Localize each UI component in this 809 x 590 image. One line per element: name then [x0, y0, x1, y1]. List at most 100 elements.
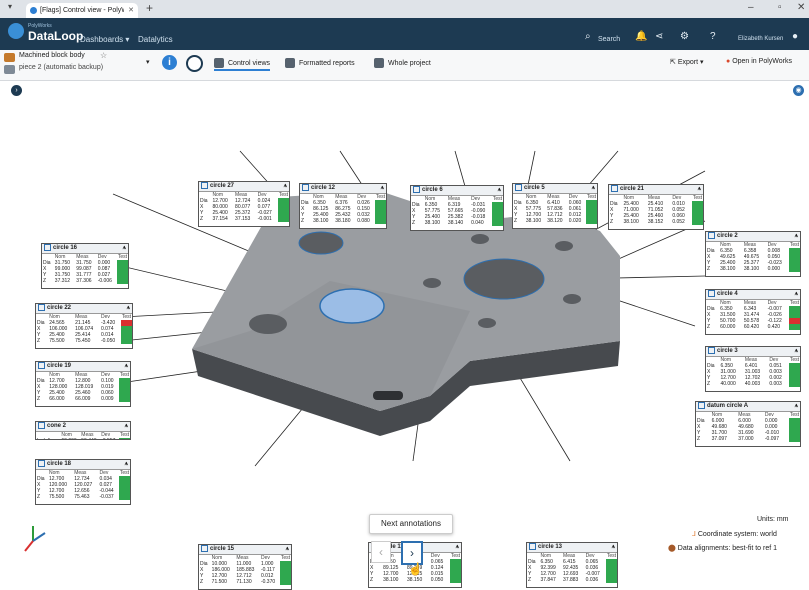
hole-circle-6[interactable]	[471, 234, 489, 244]
collapse-icon[interactable]: ⩚	[127, 304, 130, 313]
hole-circle-27[interactable]	[298, 231, 344, 255]
hole-circle-2[interactable]	[555, 241, 573, 251]
control-view-canvas[interactable]: › ◉ circle 27 ⩚ Nom Meas Dev Test Dia 12…	[0, 81, 809, 590]
collapse-icon[interactable]: ⩚	[795, 232, 798, 241]
column-header: Test	[121, 314, 131, 320]
collapse-icon[interactable]: ⩚	[125, 460, 128, 469]
app-header: PolyWorks DataLoop Dashboards ▾ Datalyti…	[0, 18, 809, 50]
feature-icon	[698, 402, 705, 409]
open-in-polyworks-button[interactable]: ● Open in PolyWorks	[726, 58, 792, 65]
search-label[interactable]: Search	[598, 36, 620, 43]
tab-control-views-label: Control views	[228, 59, 271, 67]
collapse-icon[interactable]: ⩚	[592, 184, 595, 193]
hole-circle-21[interactable]	[463, 258, 545, 300]
collapse-icon[interactable]: ⩚	[381, 184, 384, 193]
annotation-card-header: circle 2 ⩚	[706, 232, 800, 242]
table-cell: 38.100	[623, 219, 639, 225]
collapse-icon[interactable]: ⩚	[456, 543, 459, 552]
annotation-card[interactable]: circle 16 ⩚ Nom Meas Dev Test Dia 31.750 31.750 0…	[41, 243, 129, 289]
annotation-card-header: circle 6 ⩚	[411, 186, 503, 196]
column-header: Test	[119, 470, 129, 476]
annotation-card[interactable]: circle 12 ⩚ Nom Meas Dev Test Dia 6.350 6.376 0.0…	[299, 183, 387, 229]
table-cell: Z	[37, 338, 41, 344]
table-cell: 75.500	[48, 494, 65, 500]
table-row: Z 37.312 37.306 -0.006	[42, 278, 128, 284]
tab-whole-project-label: Whole project	[388, 59, 431, 67]
brand-title[interactable]: DataLoop	[28, 29, 83, 43]
nav-datalytics[interactable]: Datalytics	[138, 35, 173, 44]
info-icon[interactable]: i	[162, 55, 177, 70]
hole-circle-12[interactable]	[423, 278, 441, 288]
user-name[interactable]: Elizabeth Kursen	[738, 36, 783, 42]
table-cell: 38.100	[525, 218, 542, 224]
help-icon[interactable]: ?	[710, 31, 716, 42]
table-cell: Z	[37, 396, 41, 402]
annotation-card[interactable]: circle 6 ⩚ Nom Meas Dev Test Dia 6.350 6.319 -0.0…	[410, 185, 504, 231]
annotation-card[interactable]: circle 18 ⩚ Nom Meas Dev Test Dia 12.700 12.734 0…	[35, 459, 131, 505]
status-circle-icon[interactable]	[186, 55, 203, 72]
annotation-card[interactable]: circle 2 ⩚ Nom Meas Dev Test Dia 6.350 6.358 0.00…	[705, 231, 801, 277]
collapse-icon[interactable]: ⩚	[698, 185, 701, 194]
tab-control-views[interactable]: Control views	[214, 58, 271, 71]
annotation-card[interactable]: cone 2⩚NomMeasDevTestIncl. Ang60.00059.4…	[35, 421, 131, 440]
annotation-card[interactable]: circle 5 ⩚ Nom Meas Dev Test Dia 6.350 6.410 0.06…	[512, 183, 598, 229]
share-icon[interactable]: ⋖	[655, 31, 663, 42]
collapse-icon[interactable]: ⩚	[795, 402, 798, 411]
table-row: Z 38.100 38.180 0.080	[300, 218, 386, 224]
collapse-icon[interactable]: ⩚	[795, 290, 798, 299]
search-icon[interactable]: ⌕	[585, 31, 591, 42]
minimize-icon[interactable]: –	[748, 2, 754, 13]
gear-icon[interactable]: ⚙	[680, 31, 689, 42]
tab-formatted-reports[interactable]: Formatted reports	[285, 58, 355, 68]
column-header: Test	[450, 553, 460, 559]
hole-circle-13[interactable]	[478, 318, 496, 328]
annotation-card[interactable]: circle 21 ⩚ Nom Meas Dev Test Dia 25.400 25.410 0…	[608, 184, 704, 230]
table-cell: 40.003	[744, 381, 761, 387]
favorite-star-icon[interactable]: ☆	[100, 51, 107, 60]
collapse-icon[interactable]: ⩚	[286, 545, 289, 554]
collapse-icon[interactable]: ⩚	[125, 362, 128, 371]
nav-dashboards[interactable]: Dashboards ▾	[80, 35, 129, 44]
tab-list-icon[interactable]: ▾	[8, 2, 12, 11]
hole-circle-3[interactable]	[563, 294, 581, 304]
annotation-card[interactable]: circle 4 ⩚ Nom Meas Dev Test Dia 6.350 6.343 -0.0…	[705, 289, 801, 335]
tab-whole-project[interactable]: Whole project	[374, 58, 431, 68]
annotation-card[interactable]: circle 22 ⩚ Nom Meas Dev Test Dia 24.565 21.145-…	[35, 303, 133, 349]
hole-circle-18[interactable]	[249, 314, 287, 334]
maximize-icon[interactable]: ▫	[778, 2, 782, 13]
cone-2-mesh[interactable]	[319, 288, 385, 324]
new-tab-icon[interactable]: +	[146, 1, 153, 15]
table-cell: 0.050	[430, 577, 444, 583]
previous-annotations-button[interactable]: ‹	[371, 541, 391, 563]
annotation-card-header: cone 2 ⩚	[36, 422, 130, 432]
annotation-card[interactable]: circle 13 ⩚ Nom Meas Dev Test Dia 6.350 6.415 0.0…	[526, 542, 618, 588]
annotation-title: circle 2	[717, 233, 738, 240]
annotation-card[interactable]: circle 15 ⩚ Nom Meas Dev Test Dia 10.000 11.000 1…	[198, 544, 292, 590]
version-select[interactable]: piece 2 (automatic backup)	[19, 64, 103, 71]
table-cell: 38.100	[383, 577, 399, 583]
annotation-card[interactable]: circle 27 ⩚ Nom Meas Dev Test Dia 12.700 12.724 0…	[198, 181, 290, 227]
collapse-icon[interactable]: ⩚	[612, 543, 615, 552]
status-cell	[788, 436, 800, 442]
bell-icon[interactable]: 🔔	[635, 31, 647, 42]
version-dropdown-icon[interactable]: ▾	[146, 58, 150, 66]
annotation-card[interactable]: circle 19 ⩚ Nom Meas Dev Test Dia 12.700 12.800 0…	[35, 361, 131, 407]
collapse-icon[interactable]: ⩚	[123, 244, 126, 253]
table-cell: 37.154	[212, 216, 228, 222]
status-cell	[118, 494, 130, 500]
project-toolbar: Machined block body ☆ piece 2 (automatic…	[0, 50, 809, 81]
feature-icon	[201, 182, 208, 189]
collapse-icon[interactable]: ⩚	[284, 182, 287, 191]
collapse-icon[interactable]: ⩚	[795, 347, 798, 356]
collapse-icon[interactable]: ⩚	[498, 186, 501, 195]
feature-icon	[708, 290, 715, 297]
export-button[interactable]: ⇱ Export ▾	[670, 58, 704, 66]
avatar-icon[interactable]: ●	[792, 31, 798, 42]
table-cell: 38.100	[720, 266, 736, 272]
annotation-card[interactable]: circle 3 ⩚ Nom Meas Dev Test Dia 6.350 6.401 0.05…	[705, 346, 801, 392]
collapse-icon[interactable]: ⩚	[125, 422, 128, 431]
close-window-icon[interactable]: ✕	[797, 2, 805, 13]
annotation-card[interactable]: datum circle A ⩚ Nom Meas Dev Test Dia 6.000 6.0…	[695, 401, 801, 447]
browser-tab[interactable]: [Flags] Control view - PolyWo... ✕	[26, 3, 138, 18]
close-tab-icon[interactable]: ✕	[128, 3, 134, 18]
